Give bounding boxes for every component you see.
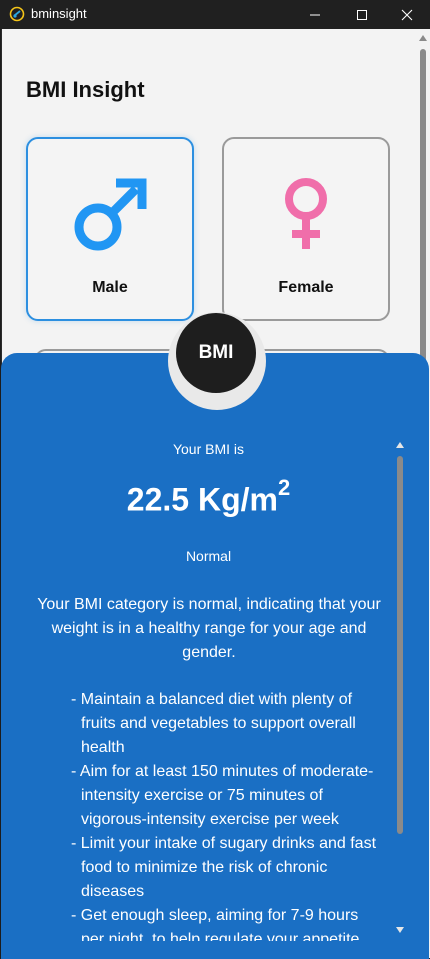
result-heading: Your BMI is [172, 441, 245, 457]
bmi-description: Your BMI category is normal, indicating … [37, 596, 381, 661]
page-title: BMI Insight [26, 77, 145, 102]
result-scroll-thumb[interactable] [397, 456, 403, 834]
window-title: bminsight [31, 6, 87, 21]
gender-label-male: Male [92, 279, 128, 296]
minimize-icon [310, 14, 320, 15]
scroll-up-icon[interactable] [419, 34, 427, 42]
female-symbol-icon [285, 178, 327, 249]
result-scroll-area[interactable]: Your BMI is 22.5 Kg/m2 Normal Your BMI c… [1, 433, 429, 941]
result-sheet: Your BMI is 22.5 Kg/m2 Normal Your BMI c… [1, 353, 429, 959]
maximize-button[interactable] [339, 0, 385, 29]
gender-card-male[interactable]: Male [26, 137, 194, 321]
maximize-icon [357, 9, 367, 20]
minimize-button[interactable] [292, 0, 338, 29]
male-symbol-icon [74, 178, 147, 251]
bmi-badge: BMI [176, 313, 256, 393]
gender-card-female[interactable]: Female [222, 137, 390, 321]
bmi-unit-exponent: 2 [277, 475, 291, 500]
bmi-category: Normal [185, 548, 232, 564]
close-button[interactable] [384, 0, 430, 29]
close-icon [401, 9, 413, 20]
tip-item: - Get enough sleep, aiming for 7-9 hours… [71, 907, 360, 941]
tip-item: - Aim for at least 150 minutes of modera… [71, 763, 374, 828]
health-tips-list: - Maintain a balanced diet with plenty o… [71, 688, 381, 941]
bmi-value: 22.5 Kg/m2 [1, 475, 416, 519]
app-link-icon [9, 6, 25, 22]
scroll-up-icon[interactable] [396, 441, 404, 449]
tip-item: - Limit your intake of sugary drinks and… [71, 835, 377, 900]
result-scrollbar[interactable] [393, 436, 407, 942]
gender-label-female: Female [278, 279, 334, 296]
scroll-down-icon[interactable] [396, 926, 404, 934]
bmi-value-text: 22.5 Kg/m [126, 481, 278, 518]
window-titlebar[interactable]: bminsight [0, 0, 430, 29]
tip-item: - Maintain a balanced diet with plenty o… [71, 691, 356, 756]
